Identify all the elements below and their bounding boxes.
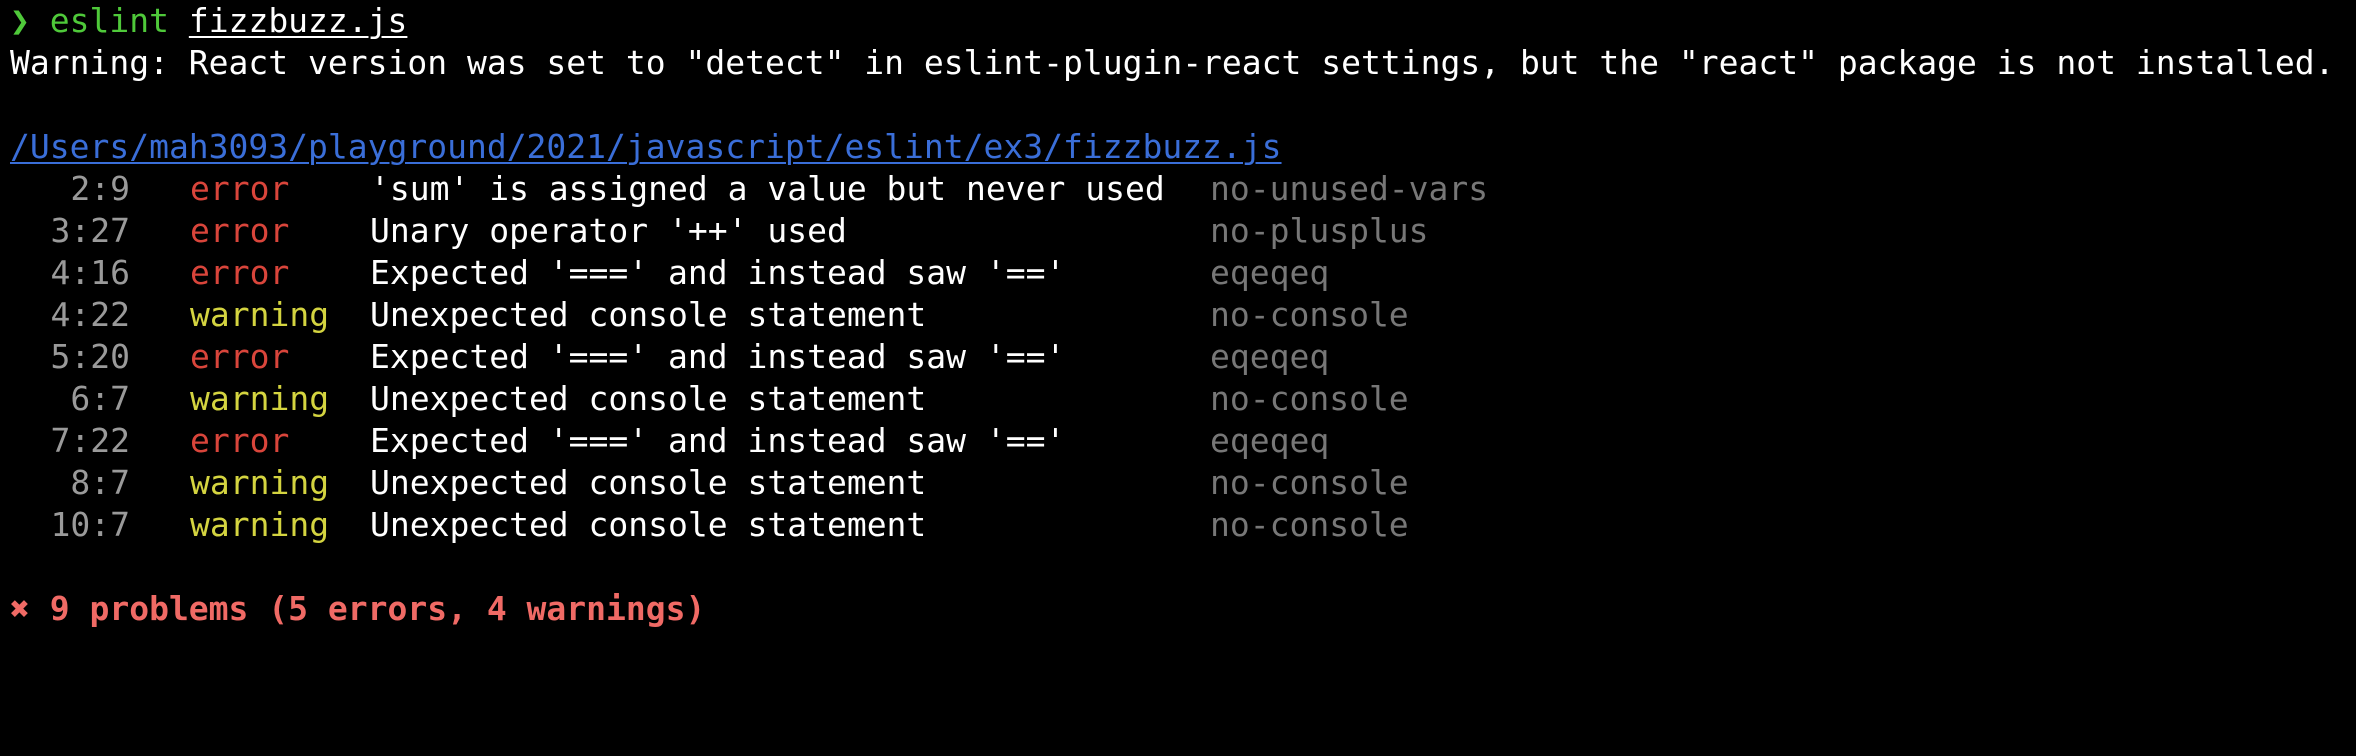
problem-rule: no-console (1210, 379, 1409, 418)
problem-location: 7:22 (50, 421, 130, 460)
problem-rule: no-console (1210, 505, 1409, 544)
problem-message: Unexpected console statement (370, 505, 927, 544)
terminal-window: ❯ eslint fizzbuzz.js Warning: React vers… (10, 0, 2350, 678)
problems-list: 2:9 error 'sum' is assigned a value but … (10, 168, 2350, 546)
file-path-link[interactable]: /Users/mah3093/playground/2021/javascrip… (10, 127, 1282, 166)
problem-severity: error (190, 253, 290, 292)
problem-location: 10:7 (50, 505, 130, 544)
problem-severity: warning (190, 295, 330, 334)
problem-message: Unexpected console statement (370, 379, 927, 418)
problem-row: 5:20 error Expected '===' and instead sa… (10, 336, 2350, 378)
problem-message: Unexpected console statement (370, 295, 927, 334)
command-argument[interactable]: fizzbuzz.js (189, 1, 408, 40)
prompt-chevron-icon: ❯ (10, 1, 30, 40)
problem-row: 7:22 error Expected '===' and instead sa… (10, 420, 2350, 462)
react-warning-message: Warning: React version was set to "detec… (10, 43, 2335, 82)
problem-severity: error (190, 211, 290, 250)
problem-row: 2:9 error 'sum' is assigned a value but … (10, 168, 2350, 210)
problem-row: 10:7 warning Unexpected console statemen… (10, 504, 2350, 546)
file-path-line: /Users/mah3093/playground/2021/javascrip… (10, 126, 2350, 168)
problem-severity: warning (190, 379, 330, 418)
problem-message: Expected '===' and instead saw '==' (370, 253, 1066, 292)
problem-rule: no-console (1210, 295, 1409, 334)
problem-location: 6:7 (70, 379, 130, 418)
problem-rule: eqeqeq (1210, 253, 1330, 292)
problem-rule: eqeqeq (1210, 421, 1330, 460)
problem-location: 8:7 (70, 463, 130, 502)
problem-location: 4:22 (50, 295, 130, 334)
problem-severity: error (190, 421, 290, 460)
problem-message: 'sum' is assigned a value but never used (370, 169, 1165, 208)
problem-message: Expected '===' and instead saw '==' (370, 421, 1066, 460)
problem-rule: no-console (1210, 463, 1409, 502)
problem-message: Unexpected console statement (370, 463, 927, 502)
problem-rule: no-plusplus (1210, 211, 1429, 250)
problem-severity: warning (190, 505, 330, 544)
problem-rule: no-unused-vars (1210, 169, 1489, 208)
problem-row: 4:22 warning Unexpected console statemen… (10, 294, 2350, 336)
problem-severity: error (190, 337, 290, 376)
prompt-line: ❯ eslint fizzbuzz.js (10, 0, 2350, 42)
problem-rule: eqeqeq (1210, 337, 1330, 376)
problem-location: 3:27 (50, 211, 130, 250)
problem-location: 2:9 (70, 169, 130, 208)
problem-row: 3:27 error Unary operator '++' used no-p… (10, 210, 2350, 252)
problem-location: 4:16 (50, 253, 130, 292)
problem-row: 8:7 warning Unexpected console statement… (10, 462, 2350, 504)
problem-location: 5:20 (50, 337, 130, 376)
problem-severity: warning (190, 463, 330, 502)
problem-message: Expected '===' and instead saw '==' (370, 337, 1066, 376)
problem-message: Unary operator '++' used (370, 211, 847, 250)
problems-summary: ✖ 9 problems (5 errors, 4 warnings) (10, 589, 706, 628)
problem-severity: error (190, 169, 290, 208)
command-name: eslint (49, 1, 169, 40)
problem-row: 6:7 warning Unexpected console statement… (10, 378, 2350, 420)
problem-row: 4:16 error Expected '===' and instead sa… (10, 252, 2350, 294)
